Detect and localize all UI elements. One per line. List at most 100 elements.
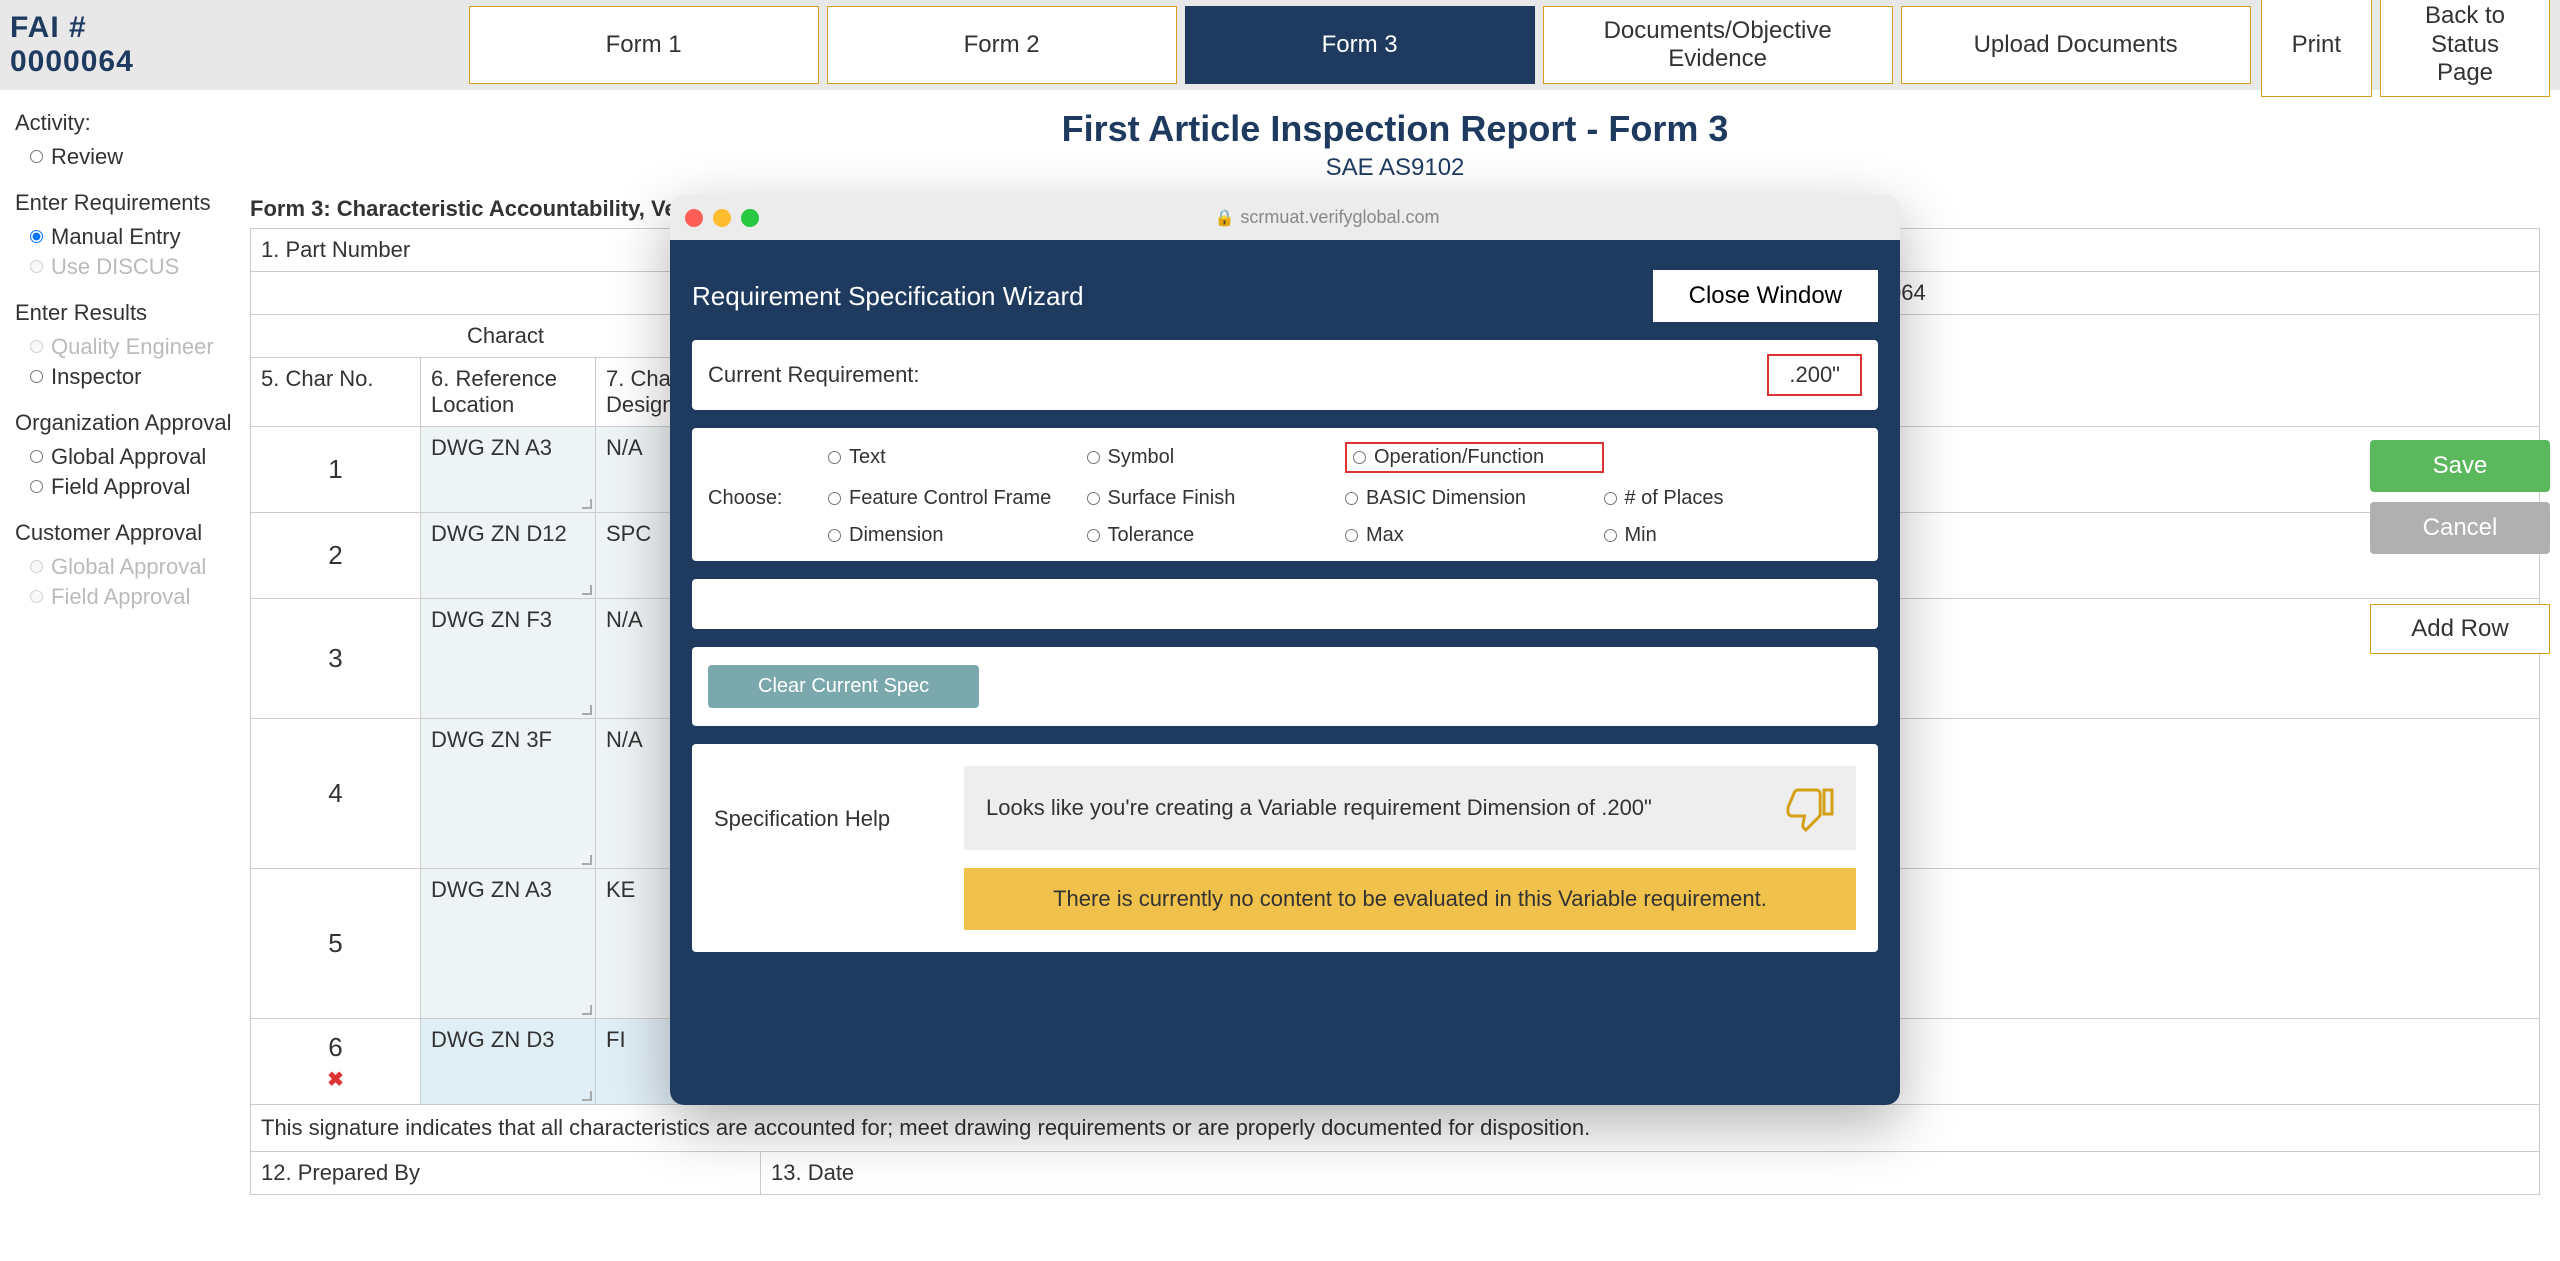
ref-loc-input[interactable]: DWG ZN D12 bbox=[421, 513, 596, 599]
label-min[interactable]: Min bbox=[1625, 524, 1657, 547]
tab-form2[interactable]: Form 2 bbox=[827, 6, 1177, 84]
char-no-cell: 1 bbox=[251, 427, 421, 513]
label-quality-engineer: Quality Engineer bbox=[51, 334, 214, 360]
ref-loc-input[interactable]: DWG ZN A3 bbox=[421, 869, 596, 1019]
fai-number: FAI # 0000064 bbox=[10, 11, 179, 79]
org-approval-heading: Organization Approval bbox=[15, 410, 235, 436]
radio-dim[interactable] bbox=[828, 529, 841, 542]
activity-heading: Activity: bbox=[15, 110, 235, 136]
close-window-button[interactable]: Close Window bbox=[1653, 270, 1878, 322]
label-dim[interactable]: Dimension bbox=[849, 524, 943, 547]
cancel-button[interactable]: Cancel bbox=[2370, 502, 2550, 554]
minimize-window-icon[interactable] bbox=[713, 209, 731, 227]
remove-row-icon[interactable]: ✖ bbox=[261, 1067, 410, 1092]
back-button[interactable]: Back to Status Page bbox=[2380, 0, 2550, 97]
label-org-global[interactable]: Global Approval bbox=[51, 444, 206, 470]
modal-title: Requirement Specification Wizard bbox=[692, 281, 1084, 312]
ref-loc-input[interactable]: DWG ZN F3 bbox=[421, 599, 596, 719]
radio-org-field[interactable] bbox=[30, 480, 43, 493]
label-review[interactable]: Review bbox=[51, 144, 123, 170]
label-org-field[interactable]: Field Approval bbox=[51, 474, 190, 500]
label-basic[interactable]: BASIC Dimension bbox=[1366, 487, 1526, 510]
page-title: First Article Inspection Report - Form 3 bbox=[250, 108, 2540, 150]
enter-req-heading: Enter Requirements bbox=[15, 190, 235, 216]
modal-titlebar: 🔒 scrmuat.verifyglobal.com bbox=[670, 195, 1900, 240]
current-req-label: Current Requirement: bbox=[708, 362, 938, 388]
char-no-cell: 5 bbox=[251, 869, 421, 1019]
modal-url: scrmuat.verifyglobal.com bbox=[1240, 207, 1439, 228]
choose-label: Choose: bbox=[708, 487, 828, 510]
top-bar: FAI # 0000064 Form 1 Form 2 Form 3 Docum… bbox=[0, 0, 2560, 90]
maximize-window-icon[interactable] bbox=[741, 209, 759, 227]
save-button[interactable]: Save bbox=[2370, 440, 2550, 492]
label-text[interactable]: Text bbox=[849, 446, 886, 469]
radio-org-global[interactable] bbox=[30, 450, 43, 463]
tab-upload[interactable]: Upload Documents bbox=[1901, 6, 2251, 84]
radio-surf[interactable] bbox=[1087, 492, 1100, 505]
radio-symbol[interactable] bbox=[1087, 451, 1100, 464]
clear-panel: Clear Current Spec bbox=[692, 647, 1878, 726]
current-req-panel: Current Requirement: .200" bbox=[692, 340, 1878, 410]
enter-results-heading: Enter Results bbox=[15, 300, 235, 326]
left-panel: Activity: Review Enter Requirements Manu… bbox=[0, 90, 250, 1261]
radio-op-func[interactable] bbox=[1353, 451, 1366, 464]
char-no-cell: 4 bbox=[251, 719, 421, 869]
label-tol[interactable]: Tolerance bbox=[1108, 524, 1195, 547]
add-row-button[interactable]: Add Row bbox=[2370, 604, 2550, 654]
current-req-value: .200" bbox=[1767, 354, 1862, 396]
choose-panel: Text Symbol Operation/Function Choose: F… bbox=[692, 428, 1878, 561]
ref-loc-input[interactable]: DWG ZN A3 bbox=[421, 427, 596, 513]
radio-text[interactable] bbox=[828, 451, 841, 464]
ref-loc-input[interactable]: DWG ZN 3F bbox=[421, 719, 596, 869]
radio-max[interactable] bbox=[1345, 529, 1358, 542]
label-op-func[interactable]: Operation/Function bbox=[1374, 446, 1544, 469]
form-tabs: Form 1 Form 2 Form 3 Documents/Objective… bbox=[469, 6, 2251, 84]
label-symbol[interactable]: Symbol bbox=[1108, 446, 1175, 469]
label-cust-global: Global Approval bbox=[51, 554, 206, 580]
page-subtitle: SAE AS9102 bbox=[250, 154, 2540, 182]
radio-places[interactable] bbox=[1604, 492, 1617, 505]
label-max[interactable]: Max bbox=[1366, 524, 1404, 547]
header-right-buttons: Print Back to Status Page bbox=[2261, 0, 2550, 97]
radio-review[interactable] bbox=[30, 150, 43, 163]
radio-inspector[interactable] bbox=[30, 370, 43, 383]
help-warning: There is currently no content to be eval… bbox=[964, 868, 1856, 930]
ref-loc-input[interactable]: DWG ZN D3 bbox=[421, 1019, 596, 1105]
req-spec-wizard-modal: 🔒 scrmuat.verifyglobal.com Requirement S… bbox=[670, 195, 1900, 1105]
spec-input-panel[interactable] bbox=[692, 579, 1878, 629]
radio-manual-entry[interactable] bbox=[30, 230, 43, 243]
label-cust-field: Field Approval bbox=[51, 584, 190, 610]
col-ref-loc: 6. Reference Location bbox=[421, 358, 596, 427]
char-no-cell: 6✖ bbox=[251, 1019, 421, 1105]
close-window-icon[interactable] bbox=[685, 209, 703, 227]
tab-form1[interactable]: Form 1 bbox=[469, 6, 819, 84]
label-manual-entry[interactable]: Manual Entry bbox=[51, 224, 181, 250]
tab-documents[interactable]: Documents/Objective Evidence bbox=[1543, 6, 1893, 84]
radio-basic[interactable] bbox=[1345, 492, 1358, 505]
radio-cust-field bbox=[30, 590, 43, 603]
thumbs-down-icon bbox=[1786, 784, 1834, 832]
radio-fcf[interactable] bbox=[828, 492, 841, 505]
help-message: Looks like you're creating a Variable re… bbox=[986, 795, 1652, 821]
help-panel: Specification Help Looks like you're cre… bbox=[692, 744, 1878, 952]
tab-form3[interactable]: Form 3 bbox=[1185, 6, 1535, 84]
label-places[interactable]: # of Places bbox=[1625, 487, 1724, 510]
label-inspector[interactable]: Inspector bbox=[51, 364, 142, 390]
radio-min[interactable] bbox=[1604, 529, 1617, 542]
char-no-cell: 2 bbox=[251, 513, 421, 599]
radio-tol[interactable] bbox=[1087, 529, 1100, 542]
clear-spec-button[interactable]: Clear Current Spec bbox=[708, 665, 979, 708]
help-label: Specification Help bbox=[714, 766, 934, 930]
label-fcf[interactable]: Feature Control Frame bbox=[849, 487, 1051, 510]
date-label: 13. Date bbox=[761, 1152, 2540, 1195]
col-char-no: 5. Char No. bbox=[251, 358, 421, 427]
lock-icon: 🔒 bbox=[1215, 208, 1235, 228]
char-no-cell: 3 bbox=[251, 599, 421, 719]
prepared-by-label: 12. Prepared By bbox=[251, 1152, 761, 1195]
radio-cust-global bbox=[30, 560, 43, 573]
cust-approval-heading: Customer Approval bbox=[15, 520, 235, 546]
label-surf[interactable]: Surface Finish bbox=[1108, 487, 1236, 510]
label-use-discus: Use DISCUS bbox=[51, 254, 179, 280]
print-button[interactable]: Print bbox=[2261, 0, 2372, 97]
side-actions: Save Cancel Add Row bbox=[2370, 440, 2550, 654]
